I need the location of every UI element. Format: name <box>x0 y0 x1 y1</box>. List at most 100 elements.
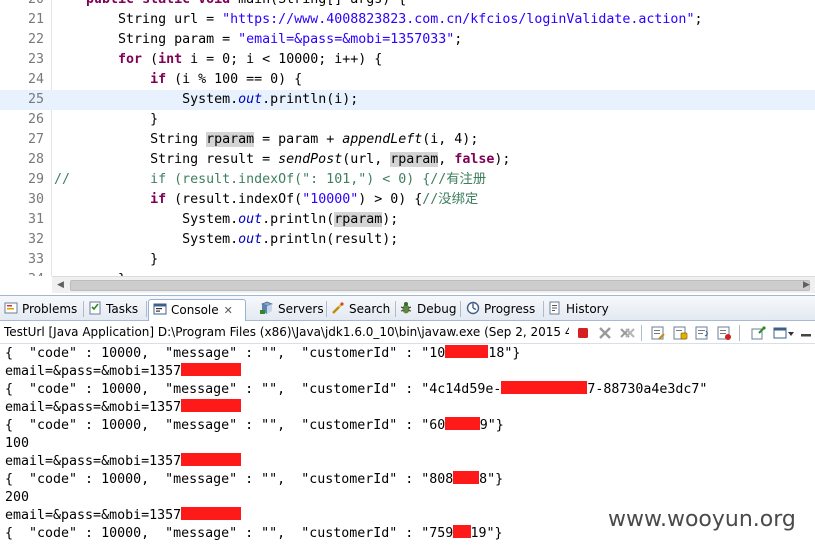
console-text: 9"} <box>479 418 504 433</box>
code-line[interactable]: 25 System.out.println(i); <box>0 90 815 110</box>
minimize-view-icon[interactable] <box>798 325 814 341</box>
code-line[interactable]: 23 for (int i = 0; i < 10000; i++) { <box>0 50 815 70</box>
code-editor[interactable]: 20 public static void main(String[] args… <box>0 0 815 276</box>
tasks-icon <box>88 301 102 315</box>
code-token: (url, <box>342 152 391 167</box>
console-text: email=&pass=&mobi=1357 <box>5 454 182 469</box>
line-number: 30 <box>27 192 44 207</box>
terminate-icon[interactable] <box>575 325 591 341</box>
line-number: 20 <box>0 0 44 10</box>
line-number: 21 <box>27 12 44 27</box>
code-token: out <box>238 92 263 107</box>
console-line: { "code" : 10000, "message" : "", "custo… <box>5 381 707 399</box>
scroll-left-arrow-icon[interactable]: ◀ <box>54 279 67 292</box>
tab-separator <box>395 301 396 317</box>
clear-console-icon[interactable] <box>650 325 666 341</box>
tab-console[interactable]: Console ✕ <box>148 299 246 321</box>
tab-progress[interactable]: Progress <box>466 299 535 321</box>
console-line: email=&pass=&mobi=1357 <box>5 453 242 471</box>
code-token: "10000" <box>302 192 359 207</box>
tab-debug[interactable]: Debug <box>399 299 456 321</box>
redaction-mask <box>445 345 489 358</box>
display-console-dropdown[interactable] <box>773 325 795 341</box>
code-token: } <box>54 252 159 267</box>
console-line: email=&pass=&mobi=1357 <box>5 363 242 381</box>
line-number: 34 <box>0 270 44 276</box>
line-source: } <box>54 250 158 270</box>
console-process-label: TestUrl [Java Application] D:\Program Fi… <box>4 325 569 339</box>
console-line: { "code" : 10000, "message" : "", "custo… <box>5 525 503 543</box>
code-token: main(String[] args) { <box>230 0 406 7</box>
console-text: { "code" : 10000, "message" : "", "custo… <box>5 346 446 361</box>
tab-label: Tasks <box>106 302 139 316</box>
code-line[interactable]: 32 System.out.println(result); <box>0 230 815 250</box>
code-line[interactable]: 24 if (i % 100 == 0) { <box>0 70 815 90</box>
code-token: .println(i); <box>262 92 359 107</box>
code-token: i = 0; i < 10000; i++) { <box>182 52 383 67</box>
code-token: (i, 4); <box>422 132 479 147</box>
redaction-mask <box>501 381 588 394</box>
code-line[interactable]: 29 // if (result.indexOf(": 101,") < 0) {… <box>0 170 815 190</box>
line-number: 22 <box>27 32 44 47</box>
tab-label: Progress <box>484 302 536 316</box>
scroll-lock-icon[interactable] <box>672 325 688 341</box>
scrollbar-thumb[interactable] <box>70 280 810 291</box>
watermark-text: www.wooyun.org <box>608 507 796 532</box>
line-source: String rparam = param + appendLeft(i, 4)… <box>54 130 478 150</box>
code-line[interactable]: 33 } <box>0 250 815 270</box>
code-token: int <box>158 52 183 67</box>
code-token: if <box>150 72 167 87</box>
code-token: ; <box>454 32 463 47</box>
tab-problems[interactable]: Problems <box>4 299 77 321</box>
code-line[interactable]: 30 if (result.indexOf("10000") > 0) {//没… <box>0 190 815 210</box>
console-line: { "code" : 10000, "message" : "", "custo… <box>5 417 504 435</box>
code-line[interactable]: 21 String url = "https://www.4008823823.… <box>0 10 815 30</box>
code-token: = param + <box>254 132 343 147</box>
code-token: // if (result.indexOf(": 101,") < 0) {//… <box>54 172 487 187</box>
code-token: System. <box>54 212 239 227</box>
console-text: 8"} <box>479 472 504 487</box>
redaction-mask <box>181 453 242 466</box>
code-token: ) > 0) { <box>358 192 423 207</box>
remove-all-terminated-icon[interactable] <box>619 325 635 341</box>
scroll-right-arrow-icon[interactable]: ▶ <box>800 279 813 292</box>
console-icon <box>153 302 167 316</box>
code-token: "email=&pass=&mobi=1357033" <box>238 32 455 47</box>
line-source: public static void main(String[] args) { <box>54 0 406 10</box>
code-line[interactable]: 20 public static void main(String[] args… <box>0 0 815 10</box>
code-token: .println(result); <box>262 232 399 247</box>
tab-servers[interactable]: Servers <box>260 299 324 321</box>
view-tab-bar: Problems Tasks Console ✕ Servers Search <box>0 296 815 321</box>
tab-separator <box>326 301 327 317</box>
editor-horizontal-scrollbar[interactable]: ◀ ▶ <box>52 276 815 293</box>
code-token: String <box>54 132 207 147</box>
console-text: { "code" : 10000, "message" : "", "custo… <box>5 382 502 397</box>
tab-search[interactable]: Search <box>331 299 390 321</box>
console-text: 18"} <box>488 346 521 361</box>
code-line[interactable]: 26 } <box>0 110 815 130</box>
close-tab-icon[interactable]: ✕ <box>224 304 233 317</box>
console-info-bar: TestUrl [Java Application] D:\Program Fi… <box>0 322 815 344</box>
tab-separator <box>543 301 544 317</box>
code-token: String url = <box>54 12 223 27</box>
show-when-output-icon[interactable] <box>716 325 732 341</box>
code-token: String param = <box>54 32 239 47</box>
code-line[interactable]: 31 System.out.println(rparam); <box>0 210 815 230</box>
line-source: // if (result.indexOf(": 101,") < 0) {//… <box>54 170 486 190</box>
console-line: 200 <box>5 489 29 507</box>
remove-launch-icon[interactable] <box>597 325 613 341</box>
console-text: { "code" : 10000, "message" : "", "custo… <box>5 418 446 433</box>
line-source: String url = "https://www.4008823823.com… <box>54 10 702 30</box>
pin-console-icon[interactable] <box>750 325 766 341</box>
word-wrap-icon[interactable] <box>694 325 710 341</box>
code-token: System. <box>54 92 239 107</box>
code-line[interactable]: 27 String rparam = param + appendLeft(i,… <box>0 130 815 150</box>
tab-history[interactable]: History <box>548 299 609 321</box>
code-token: public static void <box>86 0 230 7</box>
code-line[interactable]: 28 String result = sendPost(url, rparam,… <box>0 150 815 170</box>
tab-tasks[interactable]: Tasks <box>88 299 138 321</box>
code-token: for <box>118 52 143 67</box>
code-line[interactable]: 22 String param = "email=&pass=&mobi=135… <box>0 30 815 50</box>
code-token: (i % 100 == 0) { <box>166 72 303 87</box>
